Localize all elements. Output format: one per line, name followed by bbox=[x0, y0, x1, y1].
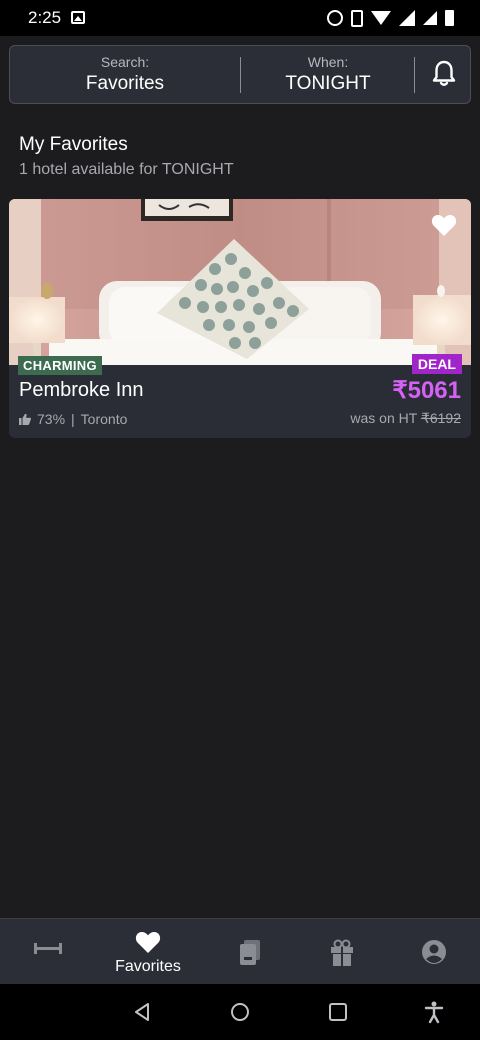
bell-icon bbox=[432, 60, 456, 86]
recents-icon[interactable] bbox=[326, 1000, 350, 1024]
nav-item-bookings[interactable] bbox=[202, 919, 298, 985]
search-header: Search: Favorites When: TONIGHT bbox=[9, 45, 471, 104]
deal-badge: DEAL bbox=[411, 354, 462, 374]
search-selector[interactable]: Search: Favorites bbox=[10, 46, 240, 103]
rating-value: 73% bbox=[37, 411, 66, 427]
battery-icon bbox=[445, 10, 454, 26]
alarm-icon bbox=[327, 10, 343, 26]
when-value: TONIGHT bbox=[285, 73, 371, 94]
was-label: was on HT bbox=[350, 410, 418, 426]
image-icon bbox=[71, 11, 85, 24]
hotel-location: Toronto bbox=[80, 411, 128, 427]
status-time: 2:25 bbox=[28, 8, 62, 27]
bookings-icon bbox=[240, 940, 260, 965]
accessibility-icon[interactable] bbox=[422, 1000, 446, 1024]
bed-icon bbox=[34, 943, 62, 954]
meta-separator: | bbox=[71, 411, 75, 427]
hotel-price: ₹5061 bbox=[392, 377, 461, 404]
charming-tag: CHARMING bbox=[18, 356, 102, 375]
when-caption: When: bbox=[307, 54, 349, 70]
search-divider-2 bbox=[414, 57, 415, 93]
signal-icon-secondary bbox=[423, 11, 437, 25]
hotel-name: Pembroke Inn bbox=[19, 379, 144, 401]
was-price: ₹6192 bbox=[420, 410, 461, 426]
nav-label-favorites: Favorites bbox=[115, 958, 181, 975]
nav-item-rewards[interactable] bbox=[294, 919, 390, 985]
android-nav-bar bbox=[0, 984, 480, 1040]
was-price-info: was on HT ₹6192 bbox=[350, 410, 461, 427]
heart-icon bbox=[135, 931, 161, 953]
status-bar: 2:25 bbox=[0, 0, 480, 36]
nav-item-hotels[interactable] bbox=[0, 919, 96, 985]
bottom-nav: Favorites bbox=[0, 918, 480, 984]
account-icon bbox=[422, 940, 446, 964]
gift-icon bbox=[331, 939, 353, 966]
section-title: My Favorites bbox=[19, 134, 128, 155]
search-caption: Search: bbox=[100, 54, 150, 70]
signal-icon bbox=[399, 10, 415, 26]
hotel-meta: 73% | Toronto bbox=[19, 410, 127, 428]
search-divider bbox=[240, 57, 241, 93]
hotel-card[interactable]: CHARMING DEAL Pembroke Inn ₹5061 73% | T… bbox=[9, 199, 471, 438]
status-icons bbox=[327, 8, 454, 28]
favorite-heart-icon[interactable] bbox=[431, 213, 457, 237]
nav-item-favorites[interactable]: Favorites bbox=[100, 919, 196, 985]
hotel-photo bbox=[9, 199, 471, 365]
notifications-button[interactable] bbox=[428, 58, 460, 90]
thumbs-up-icon bbox=[19, 413, 31, 425]
home-icon[interactable] bbox=[228, 1000, 252, 1024]
nav-item-account[interactable] bbox=[386, 919, 480, 985]
back-icon[interactable] bbox=[130, 1000, 154, 1024]
when-selector[interactable]: When: TONIGHT bbox=[242, 46, 414, 103]
search-value: Favorites bbox=[85, 73, 165, 94]
section-subtitle: 1 hotel available for TONIGHT bbox=[19, 161, 234, 178]
wifi-icon bbox=[371, 11, 391, 25]
vibrate-icon bbox=[351, 9, 363, 27]
